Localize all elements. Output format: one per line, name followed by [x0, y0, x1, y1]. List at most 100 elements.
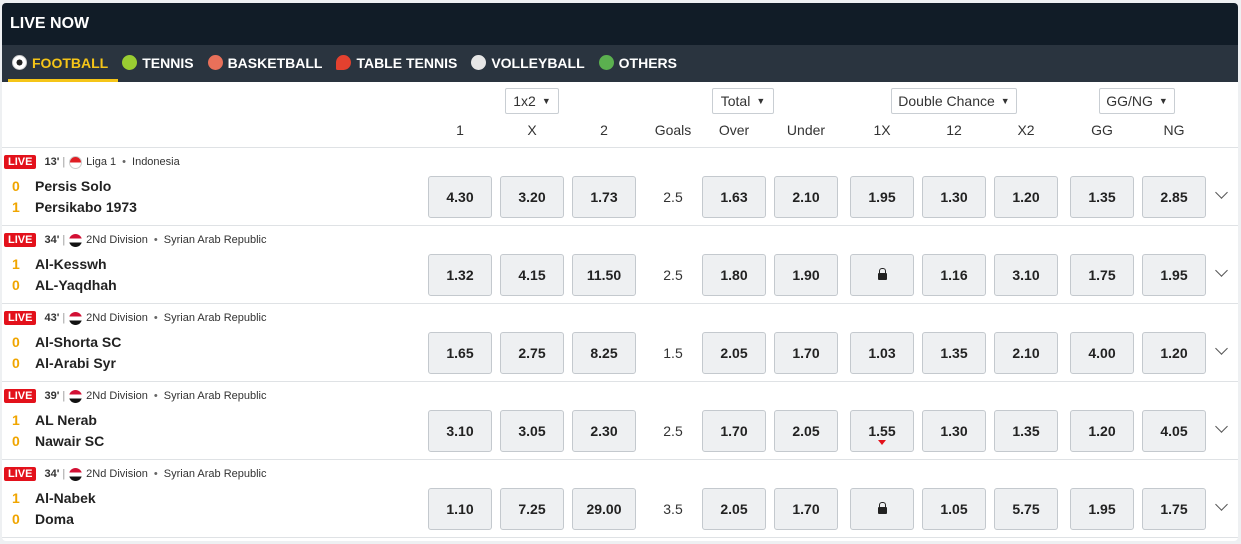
match-row: LIVE 34' | 2Nd Division • Syrian Arab Republi…	[2, 460, 1238, 538]
tab-others[interactable]: OTHERS	[595, 45, 687, 82]
odd-button-d1x[interactable]	[850, 488, 914, 530]
odd-button-o2[interactable]: 8.25	[572, 332, 636, 374]
tab-volleyball[interactable]: VOLLEYBALL	[467, 45, 594, 82]
odd-button-under[interactable]: 1.70	[774, 488, 838, 530]
odd-button-ng[interactable]: 1.95	[1142, 254, 1206, 296]
odd-button-d1x[interactable]: 1.55	[850, 410, 914, 452]
odd-button-under[interactable]: 2.05	[774, 410, 838, 452]
syria-flag-icon	[69, 389, 83, 403]
away-team[interactable]: 0 Doma	[12, 511, 74, 527]
odd-button-dx2[interactable]: 2.10	[994, 332, 1058, 374]
tennis-ball-icon	[122, 55, 138, 70]
odd-value: 1.95	[868, 189, 896, 205]
odd-value: 7.25	[518, 501, 546, 517]
odd-value: 2.10	[1012, 345, 1040, 361]
tab-tennis[interactable]: TENNIS	[118, 45, 203, 82]
dropdown-caret-icon: ▼	[541, 96, 551, 106]
market-select-total[interactable]: Total ▼	[712, 88, 774, 114]
odd-value: 2.30	[590, 423, 618, 439]
odd-button-d12[interactable]: 1.30	[922, 410, 986, 452]
odd-button-under[interactable]: 1.90	[774, 254, 838, 296]
tab-football[interactable]: FOOTBALL	[8, 45, 119, 82]
league-name: 2Nd Division	[86, 390, 148, 402]
odd-value: 4.30	[446, 189, 474, 205]
league-name: 2Nd Division	[86, 468, 148, 480]
home-team[interactable]: 1 Al-Nabek	[12, 490, 96, 506]
home-team-name: Al-Kesswh	[35, 256, 107, 272]
odd-button-over[interactable]: 2.05	[702, 332, 766, 374]
odd-button-gg[interactable]: 1.20	[1070, 410, 1134, 452]
market-select-double-chance[interactable]: Double Chance ▼	[891, 88, 1017, 114]
odd-button-d12[interactable]: 1.05	[922, 488, 986, 530]
odd-button-dx2[interactable]: 3.10	[994, 254, 1058, 296]
odd-button-d1x[interactable]	[850, 254, 914, 296]
meta-bullet: •	[153, 468, 158, 480]
odd-button-over[interactable]: 1.63	[702, 176, 766, 218]
odd-button-over[interactable]: 1.80	[702, 254, 766, 296]
away-team[interactable]: 0 AL-Yaqdhah	[12, 277, 117, 293]
odd-button-dx2[interactable]: 1.20	[994, 176, 1058, 218]
odd-button-under[interactable]: 1.70	[774, 332, 838, 374]
odd-button-ox[interactable]: 3.05	[500, 410, 564, 452]
tab-basketball[interactable]: BASKETBALL	[204, 45, 333, 82]
away-team[interactable]: 0 Al-Arabi Syr	[12, 355, 116, 371]
tab-table-tennis[interactable]: TABLE TENNIS	[332, 45, 467, 82]
odd-button-dx2[interactable]: 1.35	[994, 410, 1058, 452]
home-score: 0	[12, 334, 20, 350]
odd-button-ox[interactable]: 7.25	[500, 488, 564, 530]
odd-button-under[interactable]: 2.10	[774, 176, 838, 218]
odd-button-ng[interactable]: 1.75	[1142, 488, 1206, 530]
market-select-ggng[interactable]: GG/NG ▼	[1099, 88, 1175, 114]
odd-button-ox[interactable]: 3.20	[500, 176, 564, 218]
chevron-down-icon[interactable]	[1215, 264, 1228, 277]
odd-button-d12[interactable]: 1.35	[922, 332, 986, 374]
odd-button-ng[interactable]: 1.20	[1142, 332, 1206, 374]
dropdown-caret-icon: ▼	[1158, 96, 1168, 106]
football-icon	[12, 55, 27, 70]
odd-button-o1[interactable]: 1.32	[428, 254, 492, 296]
odd-button-ox[interactable]: 2.75	[500, 332, 564, 374]
odd-button-o1[interactable]: 1.65	[428, 332, 492, 374]
odd-button-gg[interactable]: 1.35	[1070, 176, 1134, 218]
live-badge: LIVE	[4, 233, 37, 247]
odd-button-gg[interactable]: 4.00	[1070, 332, 1134, 374]
tab-label: FOOTBALL	[32, 54, 109, 71]
market-select-1x2[interactable]: 1x2 ▼	[505, 88, 559, 114]
lock-icon	[877, 502, 887, 514]
country-name: Syrian Arab Republic	[163, 312, 267, 324]
odd-button-over[interactable]: 2.05	[702, 488, 766, 530]
odd-button-o2[interactable]: 2.30	[572, 410, 636, 452]
dropdown-caret-icon: ▼	[1000, 96, 1010, 106]
odd-button-d1x[interactable]: 1.95	[850, 176, 914, 218]
odd-button-ox[interactable]: 4.15	[500, 254, 564, 296]
odd-button-dx2[interactable]: 5.75	[994, 488, 1058, 530]
away-team[interactable]: 0 Nawair SC	[12, 433, 104, 449]
home-team[interactable]: 0 Persis Solo	[12, 178, 111, 194]
chevron-down-icon[interactable]	[1215, 186, 1228, 199]
odd-button-ng[interactable]: 4.05	[1142, 410, 1206, 452]
odd-button-d12[interactable]: 1.30	[922, 176, 986, 218]
odd-button-over[interactable]: 1.70	[702, 410, 766, 452]
chevron-down-icon[interactable]	[1215, 342, 1228, 355]
odd-button-o2[interactable]: 1.73	[572, 176, 636, 218]
odd-button-o1[interactable]: 3.10	[428, 410, 492, 452]
odd-button-ng[interactable]: 2.85	[1142, 176, 1206, 218]
odd-value: 1.75	[1088, 267, 1116, 283]
chevron-down-icon[interactable]	[1215, 498, 1228, 511]
odd-button-gg[interactable]: 1.75	[1070, 254, 1134, 296]
odd-button-d12[interactable]: 1.16	[922, 254, 986, 296]
odd-button-o2[interactable]: 11.50	[572, 254, 636, 296]
chevron-down-icon[interactable]	[1215, 420, 1228, 433]
odd-button-d1x[interactable]: 1.03	[850, 332, 914, 374]
meta-bullet: •	[153, 390, 158, 402]
tab-label: TENNIS	[142, 54, 194, 71]
home-team[interactable]: 1 AL Nerab	[12, 412, 97, 428]
home-team[interactable]: 1 Al-Kesswh	[12, 256, 107, 272]
odd-button-gg[interactable]: 1.95	[1070, 488, 1134, 530]
home-team[interactable]: 0 Al-Shorta SC	[12, 334, 121, 350]
odd-button-o2[interactable]: 29.00	[572, 488, 636, 530]
odd-button-o1[interactable]: 1.10	[428, 488, 492, 530]
odd-value: 1.30	[940, 189, 968, 205]
away-team[interactable]: 1 Persikabo 1973	[12, 199, 137, 215]
odd-button-o1[interactable]: 4.30	[428, 176, 492, 218]
